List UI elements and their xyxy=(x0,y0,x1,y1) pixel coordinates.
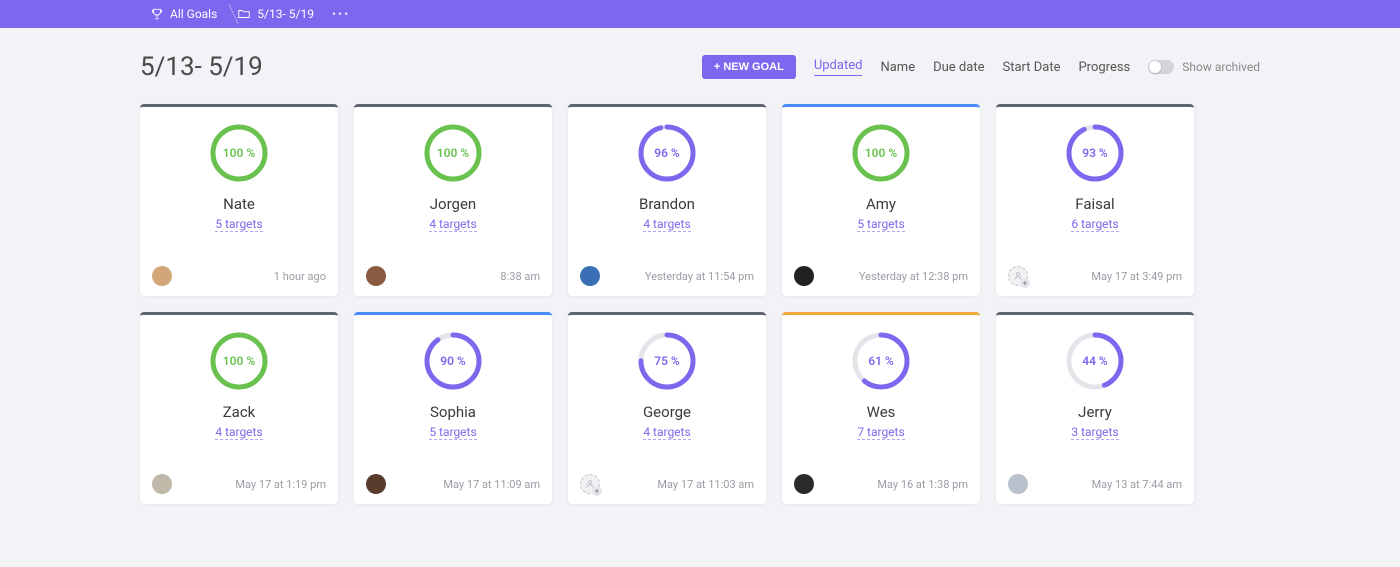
goal-timestamp: May 17 at 11:09 am xyxy=(443,478,540,491)
targets-link[interactable]: 5 targets xyxy=(215,217,262,232)
page-header: 5/13- 5/19 + NEW GOAL Updated Name Due d… xyxy=(140,52,1260,82)
avatar-unassigned[interactable]: + xyxy=(1008,266,1028,286)
goal-card[interactable]: 100 % Zack 4 targets May 17 at 1:19 pm xyxy=(140,312,338,504)
goal-timestamp: Yesterday at 11:54 pm xyxy=(645,270,754,283)
goal-card[interactable]: 93 % Faisal 6 targets + May 17 at 3:49 p… xyxy=(996,104,1194,296)
sort-updated[interactable]: Updated xyxy=(814,58,863,76)
progress-percent: 61 % xyxy=(851,331,911,391)
goal-timestamp: May 17 at 3:49 pm xyxy=(1091,270,1182,283)
progress-ring: 75 % xyxy=(637,331,697,391)
goal-timestamp: 8:38 am xyxy=(500,270,540,283)
progress-percent: 100 % xyxy=(209,123,269,183)
header-controls: + NEW GOAL Updated Name Due date Start D… xyxy=(702,55,1260,79)
breadcrumb-more-icon[interactable]: ••• xyxy=(324,7,350,21)
goal-owner-name: Zack xyxy=(223,403,256,421)
targets-link[interactable]: 5 targets xyxy=(429,425,476,440)
progress-percent: 96 % xyxy=(637,123,697,183)
progress-ring: 100 % xyxy=(423,123,483,183)
progress-percent: 44 % xyxy=(1065,331,1125,391)
breadcrumb-bar: All Goals 5/13- 5/19 ••• xyxy=(0,0,1400,28)
progress-percent: 100 % xyxy=(423,123,483,183)
goal-card[interactable]: 61 % Wes 7 targets May 16 at 1:38 pm xyxy=(782,312,980,504)
goal-card[interactable]: 44 % Jerry 3 targets May 13 at 7:44 am xyxy=(996,312,1194,504)
progress-ring: 90 % xyxy=(423,331,483,391)
goal-owner-name: Jorgen xyxy=(430,195,476,213)
avatar[interactable] xyxy=(1008,474,1028,494)
goal-card[interactable]: 96 % Brandon 4 targets Yesterday at 11:5… xyxy=(568,104,766,296)
goal-owner-name: Faisal xyxy=(1075,195,1114,213)
goal-owner-name: George xyxy=(643,403,691,421)
progress-ring: 96 % xyxy=(637,123,697,183)
targets-link[interactable]: 4 targets xyxy=(429,217,476,232)
goal-owner-name: Amy xyxy=(866,195,896,213)
progress-percent: 90 % xyxy=(423,331,483,391)
avatar[interactable] xyxy=(366,266,386,286)
targets-link[interactable]: 6 targets xyxy=(1071,217,1118,232)
targets-link[interactable]: 4 targets xyxy=(643,425,690,440)
targets-link[interactable]: 5 targets xyxy=(857,217,904,232)
breadcrumb-current[interactable]: 5/13- 5/19 xyxy=(227,0,324,28)
avatar[interactable] xyxy=(152,474,172,494)
progress-ring: 100 % xyxy=(209,331,269,391)
goal-owner-name: Sophia xyxy=(430,403,476,421)
progress-ring: 100 % xyxy=(209,123,269,183)
goal-card[interactable]: 100 % Jorgen 4 targets 8:38 am xyxy=(354,104,552,296)
progress-ring: 100 % xyxy=(851,123,911,183)
goal-owner-name: Brandon xyxy=(639,195,695,213)
progress-ring: 44 % xyxy=(1065,331,1125,391)
avatar[interactable] xyxy=(152,266,172,286)
sort-name[interactable]: Name xyxy=(880,60,915,75)
goal-owner-name: Jerry xyxy=(1078,403,1112,421)
breadcrumb-all-goals-label: All Goals xyxy=(170,7,217,21)
goal-timestamp: May 16 at 1:38 pm xyxy=(877,478,968,491)
avatar[interactable] xyxy=(794,474,814,494)
goal-card[interactable]: 100 % Nate 5 targets 1 hour ago xyxy=(140,104,338,296)
goal-timestamp: May 17 at 1:19 pm xyxy=(235,478,326,491)
progress-percent: 93 % xyxy=(1065,123,1125,183)
breadcrumb-current-label: 5/13- 5/19 xyxy=(257,7,314,21)
avatar-unassigned[interactable]: + xyxy=(580,474,600,494)
goal-timestamp: May 13 at 7:44 am xyxy=(1092,478,1182,491)
sort-start-date[interactable]: Start Date xyxy=(1002,60,1060,75)
progress-percent: 75 % xyxy=(637,331,697,391)
goal-timestamp: May 17 at 11:03 am xyxy=(657,478,754,491)
trophy-icon xyxy=(150,7,164,21)
breadcrumb-all-goals[interactable]: All Goals xyxy=(140,0,227,28)
progress-ring: 61 % xyxy=(851,331,911,391)
targets-link[interactable]: 3 targets xyxy=(1071,425,1118,440)
sort-progress[interactable]: Progress xyxy=(1078,60,1130,75)
progress-ring: 93 % xyxy=(1065,123,1125,183)
goal-owner-name: Wes xyxy=(867,403,896,421)
folder-icon xyxy=(237,7,251,21)
avatar[interactable] xyxy=(366,474,386,494)
page-title: 5/13- 5/19 xyxy=(140,52,263,82)
avatar[interactable] xyxy=(794,266,814,286)
goal-timestamp: 1 hour ago xyxy=(274,270,326,283)
goals-grid: 100 % Nate 5 targets 1 hour ago 100 % Jo… xyxy=(140,104,1260,504)
progress-percent: 100 % xyxy=(851,123,911,183)
goal-card[interactable]: 75 % George 4 targets + May 17 at 11:03 … xyxy=(568,312,766,504)
goal-card[interactable]: 100 % Amy 5 targets Yesterday at 12:38 p… xyxy=(782,104,980,296)
show-archived-toggle[interactable] xyxy=(1148,60,1174,74)
goal-owner-name: Nate xyxy=(223,195,255,213)
targets-link[interactable]: 4 targets xyxy=(215,425,262,440)
goal-timestamp: Yesterday at 12:38 pm xyxy=(859,270,968,283)
targets-link[interactable]: 4 targets xyxy=(643,217,690,232)
new-goal-button[interactable]: + NEW GOAL xyxy=(702,55,796,79)
avatar[interactable] xyxy=(580,266,600,286)
goal-card[interactable]: 90 % Sophia 5 targets May 17 at 11:09 am xyxy=(354,312,552,504)
progress-percent: 100 % xyxy=(209,331,269,391)
targets-link[interactable]: 7 targets xyxy=(857,425,904,440)
show-archived-label: Show archived xyxy=(1182,60,1260,74)
sort-due-date[interactable]: Due date xyxy=(933,60,984,75)
